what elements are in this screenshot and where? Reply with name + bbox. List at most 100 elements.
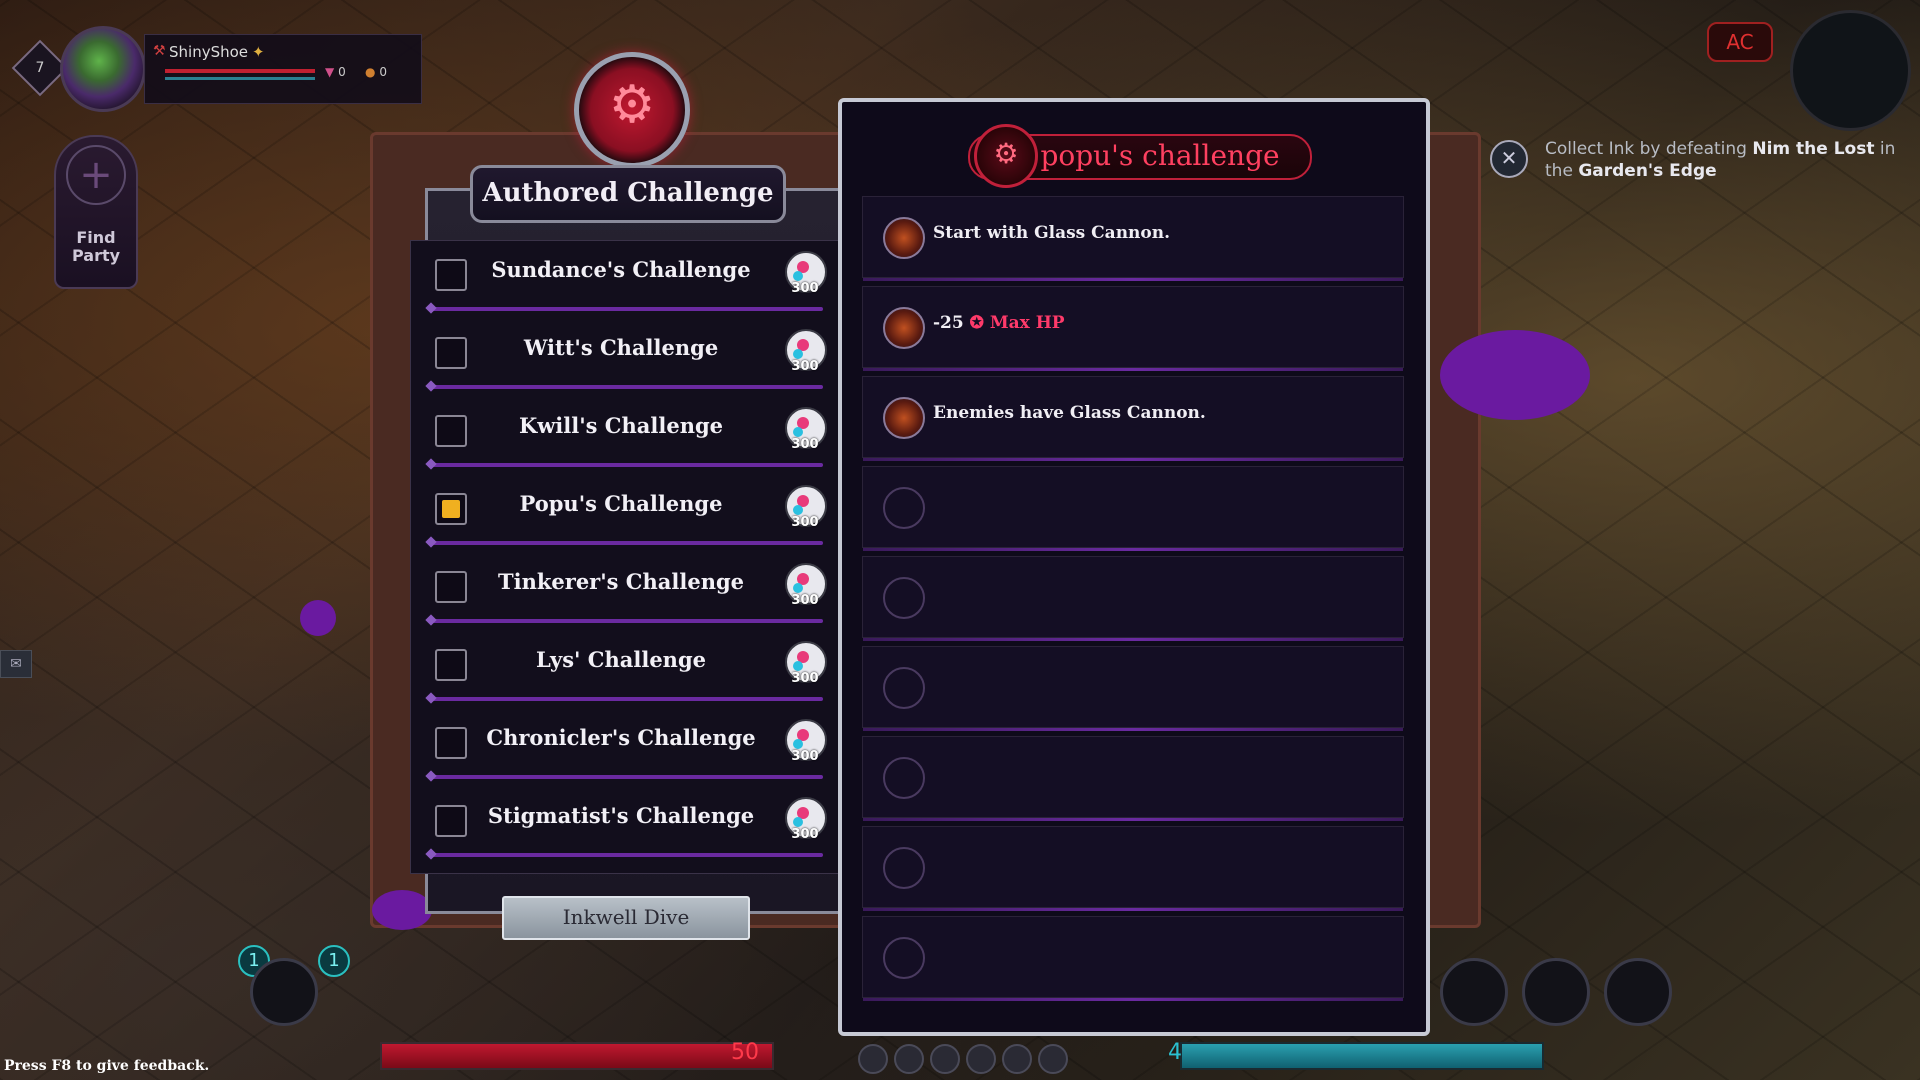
skill-charge-badge: 1 <box>318 945 350 977</box>
empty-slot-icon <box>883 937 925 979</box>
player-mp-bar <box>165 77 315 80</box>
reward-amount: 300 <box>791 671 819 686</box>
reward-amount: 300 <box>791 515 819 530</box>
modifier-row-empty <box>862 466 1404 551</box>
heart-icon: ✪ <box>969 313 990 333</box>
challenge-label: Witt's Challenge <box>523 335 719 360</box>
ink-splat <box>1440 330 1590 420</box>
challenge-checkbox[interactable] <box>435 649 467 681</box>
row-separator <box>863 998 1403 1001</box>
modifier-row-empty <box>862 646 1404 731</box>
challenge-checkbox[interactable] <box>435 805 467 837</box>
coin-count: 0 <box>379 65 387 79</box>
quest-target: Nim the Lost <box>1752 139 1875 159</box>
challenge-row[interactable]: Sundance's Challenge 300 <box>411 243 831 321</box>
challenge-checkbox[interactable] <box>435 571 467 603</box>
modifier-row-empty <box>862 556 1404 641</box>
star-icon: ✦ <box>252 43 265 61</box>
challenge-row[interactable]: Popu's Challenge 300 <box>411 477 831 555</box>
hud-slot[interactable] <box>966 1044 996 1074</box>
quest-location: Garden's Edge <box>1578 161 1717 181</box>
reward-amount: 300 <box>791 593 819 608</box>
enemy-glass-cannon-icon <box>883 397 925 439</box>
player-name: ShinyShoe <box>169 43 249 61</box>
mana-bar <box>1180 1042 1544 1070</box>
gem-stat: ▼ 0 <box>325 65 346 79</box>
find-party-label-line2: Party <box>71 246 121 265</box>
modifier-row-empty <box>862 826 1404 911</box>
max-hp-icon <box>883 307 925 349</box>
row-separator <box>863 368 1403 371</box>
challenge-row[interactable]: Lys' Challenge 300 <box>411 633 831 711</box>
challenge-label: Chronicler's Challenge <box>486 725 756 750</box>
challenge-row[interactable]: Chronicler's Challenge 300 <box>411 711 831 789</box>
reward-amount: 300 <box>791 827 819 842</box>
challenge-row[interactable]: Witt's Challenge 300 <box>411 321 831 399</box>
row-separator <box>431 385 823 389</box>
player-frame: 7 ⚒ ShinyShoe ✦ ▼ 0 ● 0 <box>11 20 422 112</box>
challenge-label: Sundance's Challenge <box>491 257 751 282</box>
row-separator <box>431 307 823 311</box>
skill-slot[interactable] <box>250 958 318 1026</box>
challenge-row[interactable]: Stigmatist's Challenge 300 <box>411 789 831 867</box>
glass-cannon-icon <box>883 217 925 259</box>
emblem-icon: ⚙ <box>608 75 656 135</box>
hud-slot[interactable] <box>1038 1044 1068 1074</box>
avatar[interactable] <box>60 26 146 112</box>
find-party-label-line1: Find <box>76 228 116 247</box>
level-number: 7 <box>35 60 45 76</box>
challenge-checkbox[interactable] <box>435 493 467 525</box>
class-icon: ⚒ <box>153 43 166 59</box>
reward-amount: 300 <box>791 437 819 452</box>
close-quest-icon[interactable]: ✕ <box>1490 140 1528 178</box>
player-info: ⚒ ShinyShoe ✦ ▼ 0 ● 0 <box>144 34 422 104</box>
challenge-checkbox[interactable] <box>435 727 467 759</box>
challenge-label: Kwill's Challenge <box>518 413 724 438</box>
modifier-row: -25 ✪ Max HP <box>862 286 1404 371</box>
challenge-icon: ⚙ <box>974 124 1038 188</box>
coin-stat: ● 0 <box>365 65 387 79</box>
row-separator <box>863 638 1403 641</box>
chat-icon[interactable]: ✉ <box>0 650 32 678</box>
challenge-checkbox[interactable] <box>435 259 467 291</box>
plus-icon: + <box>66 145 126 205</box>
hud-slot[interactable] <box>894 1044 924 1074</box>
row-separator <box>863 458 1403 461</box>
hud-slot[interactable] <box>858 1044 888 1074</box>
row-separator <box>863 908 1403 911</box>
row-separator <box>863 818 1403 821</box>
challenge-emblem: ⚙ <box>574 52 690 168</box>
challenge-label: Stigmatist's Challenge <box>487 803 755 828</box>
empty-slot-icon <box>883 847 925 889</box>
find-party-button[interactable]: + Find Party <box>54 135 138 289</box>
row-separator <box>431 619 823 623</box>
detail-header: popu's challenge ⚙ <box>928 124 1348 188</box>
skill-slot[interactable] <box>1440 958 1508 1026</box>
player-hp-bar <box>165 69 315 73</box>
reward-amount: 300 <box>791 749 819 764</box>
empty-slot-icon <box>883 487 925 529</box>
skill-slot[interactable] <box>1522 958 1590 1026</box>
modifier-row: Start with Glass Cannon. <box>862 196 1404 281</box>
challenge-checkbox[interactable] <box>435 337 467 369</box>
row-separator <box>863 548 1403 551</box>
hud-slot[interactable] <box>1002 1044 1032 1074</box>
hud-slot[interactable] <box>930 1044 960 1074</box>
skill-slot[interactable] <box>1604 958 1672 1026</box>
challenge-label: Popu's Challenge <box>519 491 723 516</box>
row-separator <box>431 541 823 545</box>
challenge-list[interactable]: Sundance's Challenge 300 Witt's Challenge 3… <box>410 240 847 874</box>
gem-icon: ▼ <box>325 65 335 79</box>
challenge-row[interactable]: Kwill's Challenge 300 <box>411 399 831 477</box>
challenge-checkbox[interactable] <box>435 415 467 447</box>
minimap[interactable] <box>1790 10 1911 131</box>
row-separator <box>431 463 823 467</box>
inkwell-dive-button[interactable]: Inkwell Dive <box>502 896 750 940</box>
quest-tracker: Collect Ink by defeating Nim the Lost in… <box>1545 138 1915 182</box>
row-separator <box>863 278 1403 281</box>
ac-badge[interactable]: AC <box>1707 22 1773 62</box>
modifier-highlight: Max HP <box>989 313 1065 333</box>
row-separator <box>431 697 823 701</box>
challenge-row[interactable]: Tinkerer's Challenge 300 <box>411 555 831 633</box>
reward-amount: 300 <box>791 359 819 374</box>
